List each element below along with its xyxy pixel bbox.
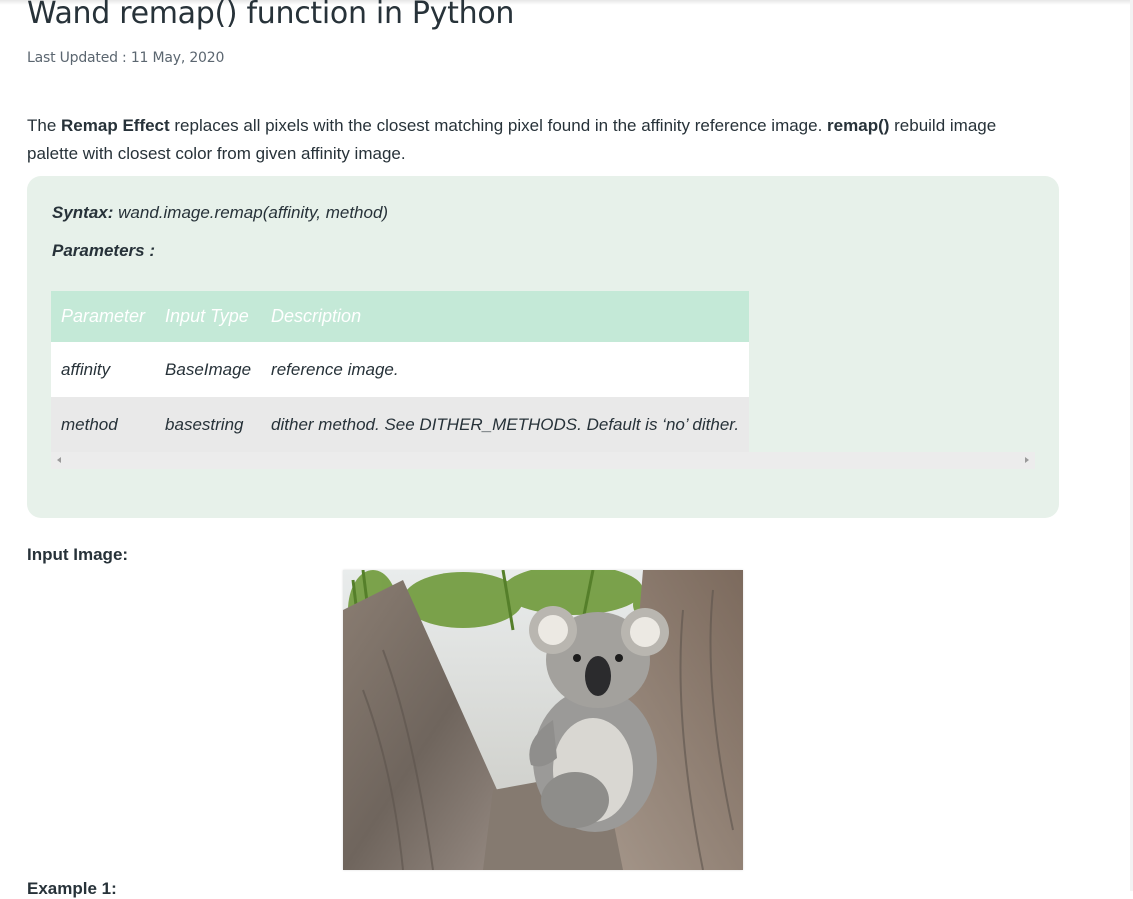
intro-bold-remap-effect: Remap Effect [61, 116, 170, 135]
syntax-line: Syntax: wand.image.remap(affinity, metho… [52, 203, 388, 223]
scroll-left-arrow-icon[interactable] [57, 457, 61, 463]
table-header-description: Description [261, 291, 750, 342]
table-cell: basestring [155, 397, 262, 452]
intro-bold-remap-func: remap() [827, 116, 890, 135]
table-header-parameter: Parameter [51, 291, 156, 342]
table-cell: affinity [51, 342, 156, 397]
input-image-label: Input Image: [27, 545, 129, 564]
table-horizontal-scrollbar[interactable] [51, 452, 1035, 469]
table-cell: method [51, 397, 156, 452]
table-header-row: Parameter Input Type Description [51, 291, 750, 342]
syntax-label: Syntax: [52, 203, 114, 222]
example-1-label: Example 1: [27, 879, 117, 898]
syntax-value: wand.image.remap(affinity, method) [113, 203, 389, 222]
intro-text-2: replaces all pixels with the closest mat… [169, 116, 828, 135]
parameters-table: Parameter Input Type Description affinit… [51, 291, 750, 452]
koala-illustration [343, 570, 743, 870]
table-cell: reference image. [261, 342, 750, 397]
koala-input-image [343, 570, 743, 870]
table-row: method basestring dither method. See DIT… [51, 397, 750, 452]
syntax-box: Syntax: wand.image.remap(affinity, metho… [27, 176, 1059, 518]
table-header-input-type: Input Type [155, 291, 262, 342]
table-cell: dither method. See DITHER_METHODS. Defau… [261, 397, 750, 452]
intro-text-1: The [27, 116, 62, 135]
table-cell: BaseImage [155, 342, 262, 397]
intro-paragraph: The Remap Effect replaces all pixels wit… [27, 112, 1037, 168]
parameters-heading: Parameters : [52, 241, 156, 260]
scroll-right-arrow-icon[interactable] [1025, 457, 1029, 463]
page-title: Wand remap() function in Python [27, 0, 515, 31]
table-row: affinity BaseImage reference image. [51, 342, 750, 397]
last-updated: Last Updated : 11 May, 2020 [27, 50, 225, 66]
